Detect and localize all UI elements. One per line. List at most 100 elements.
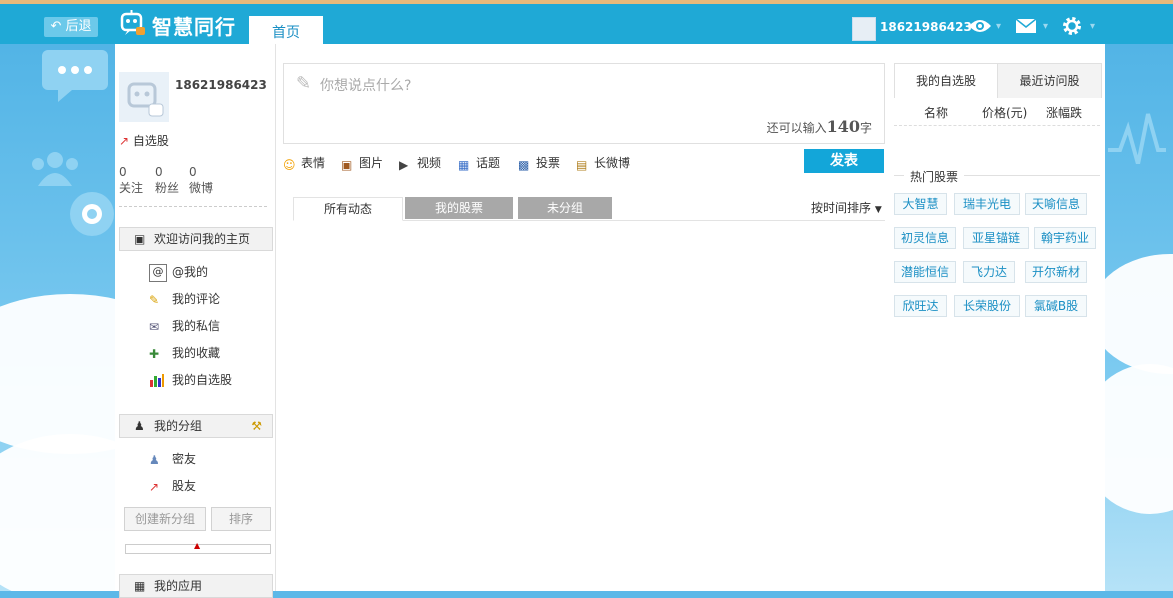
hot-stock-tag[interactable]: 开尔新材 <box>1025 261 1087 283</box>
robot-logo-icon <box>120 10 145 35</box>
mail-icon: ✉ <box>149 320 160 334</box>
video-camera-icon: ▶ <box>399 158 409 172</box>
left-sidebar: 18621986423 ↗ 自选股 0 关注 0 粉丝 0 微博 ▣ 欢迎访问我… <box>115 44 276 598</box>
sidebar-item-label: @我的 <box>172 265 209 279</box>
group-label: 股友 <box>172 479 197 493</box>
profile-username[interactable]: 18621986423 <box>175 78 267 92</box>
collapse-toggle[interactable]: ▲ <box>125 541 271 554</box>
friends-icon: ♟ <box>149 453 160 467</box>
hot-stock-tag[interactable]: 亚星锚链 <box>963 227 1029 249</box>
apps-section[interactable]: ▦ 我的应用 <box>119 574 273 598</box>
heartbeat-icon <box>1108 113 1166 164</box>
emoji-tool[interactable]: ☺ 表情 <box>283 154 325 172</box>
column-price: 价格(元) <box>982 106 1028 120</box>
apps-label: 我的应用 <box>154 579 203 593</box>
groups-section[interactable]: ♟ 我的分组 ⚒ <box>119 414 273 438</box>
stock-trend-icon: ↗ <box>149 480 160 494</box>
char-counter-suffix: 字 <box>859 121 872 135</box>
long-post-tool[interactable]: ▤ 长微博 <box>576 154 630 172</box>
compose-box[interactable]: ✎ 你想说点什么? 还可以输入140字 <box>283 63 885 144</box>
sort-dropdown[interactable]: 按时间排序 ▼ <box>811 199 882 216</box>
eye-icon <box>70 192 114 236</box>
chevron-down-icon: ▼ <box>874 205 882 215</box>
stock-trend-icon: ↗ <box>119 134 130 148</box>
mail-icon[interactable] <box>1016 19 1036 33</box>
stat-label: 粉丝 <box>155 181 180 195</box>
wrench-icon[interactable]: ⚒ <box>251 415 262 437</box>
user-avatar[interactable] <box>119 72 169 122</box>
image-tool[interactable]: ▣ 图片 <box>341 154 383 172</box>
watchlist-link[interactable]: ↗ 自选股 <box>119 132 169 149</box>
stat-count: 0 <box>155 165 163 179</box>
compose-placeholder: 你想说点什么? <box>320 78 412 94</box>
homepage-section[interactable]: ▣ 欢迎访问我的主页 <box>119 227 273 251</box>
people-icon: ♟ <box>134 419 145 433</box>
tab-my-watchlist[interactable]: 我的自选股 <box>895 64 998 98</box>
hot-stock-tag[interactable]: 瑞丰光电 <box>954 193 1020 215</box>
tab-all-activity[interactable]: 所有动态 <box>293 197 403 221</box>
users-icon <box>32 152 78 186</box>
user-avatar-small <box>852 17 876 41</box>
stat-followers[interactable]: 0 粉丝 <box>155 164 189 196</box>
divider <box>119 206 267 207</box>
tool-label: 视频 <box>417 156 442 170</box>
chevron-down-icon[interactable]: ▾ <box>1090 21 1095 32</box>
tab-recent-stocks[interactable]: 最近访问股 <box>998 64 1101 98</box>
edit-icon: ✎ <box>296 73 312 94</box>
topic-icon: ▦ <box>458 158 470 172</box>
vote-chart-icon: ▩ <box>518 158 530 172</box>
smiley-icon: ☺ <box>283 158 296 172</box>
sidebar-item-label: 我的私信 <box>172 319 221 333</box>
tab-ungrouped[interactable]: 未分组 <box>518 197 612 219</box>
app-title: 智慧同行 <box>152 15 236 39</box>
hot-stock-tag[interactable]: 长荣股份 <box>954 295 1020 317</box>
column-name: 名称 <box>924 106 949 120</box>
hot-stock-tag[interactable]: 氯碱B股 <box>1025 295 1087 317</box>
hot-stock-tag[interactable]: 大智慧 <box>894 193 947 215</box>
hot-stocks-heading: 热门股票 <box>894 168 1100 185</box>
tool-label: 投票 <box>536 156 561 170</box>
stat-label: 关注 <box>119 181 144 195</box>
top-username: 18621986423 <box>880 20 972 34</box>
long-post-icon: ▤ <box>576 158 588 172</box>
stat-posts[interactable]: 0 微博 <box>189 164 223 196</box>
hot-stock-tag[interactable]: 欣旺达 <box>894 295 947 317</box>
eye-icon[interactable] <box>968 18 992 34</box>
chevron-down-icon[interactable]: ▾ <box>996 21 1001 32</box>
hot-stock-tag[interactable]: 翰宇药业 <box>1034 227 1096 249</box>
main-page: 18621986423 ↗ 自选股 0 关注 0 粉丝 0 微博 ▣ 欢迎访问我… <box>115 44 1105 598</box>
tool-label: 图片 <box>359 156 384 170</box>
topic-tool[interactable]: ▦ 话题 <box>458 154 500 172</box>
image-icon: ▣ <box>341 158 353 172</box>
publish-button[interactable]: 发表 <box>804 149 884 173</box>
top-navigation-bar: ↶ 后退 智慧同行 首页 18621986423 ▾ ▾ ▾ <box>0 4 1173 50</box>
sidebar-item-label: 我的评论 <box>172 292 221 306</box>
hot-stock-tag[interactable]: 飞力达 <box>963 261 1015 283</box>
hot-stock-tag[interactable]: 天喻信息 <box>1025 193 1087 215</box>
sidebar-item-label: 我的收藏 <box>172 346 221 360</box>
tab-my-stocks[interactable]: 我的股票 <box>405 197 513 219</box>
group-label: 密友 <box>172 452 197 466</box>
watchlist-table-header: 名称 价格(元) 涨幅跌 <box>894 97 1100 126</box>
video-tool[interactable]: ▶ 视频 <box>399 154 441 172</box>
stat-count: 0 <box>189 165 197 179</box>
hot-stock-tag[interactable]: 初灵信息 <box>894 227 956 249</box>
back-button[interactable]: ↶ 后退 <box>44 17 98 37</box>
column-change: 涨幅跌 <box>1046 106 1083 120</box>
create-group-button[interactable]: 创建新分组 <box>124 507 206 531</box>
chevron-down-icon[interactable]: ▾ <box>1043 21 1048 32</box>
stat-following[interactable]: 0 关注 <box>119 164 153 196</box>
sort-groups-button[interactable]: 排序 <box>211 507 271 531</box>
stat-label: 微博 <box>189 181 214 195</box>
char-counter-prefix: 还可以输入 <box>766 121 827 135</box>
vote-tool[interactable]: ▩ 投票 <box>518 154 560 172</box>
hot-stocks-title: 热门股票 <box>904 168 965 185</box>
bar-chart-icon <box>150 374 164 387</box>
hot-stock-tag[interactable]: 潜能恒信 <box>894 261 956 283</box>
char-counter-value: 140 <box>826 117 860 136</box>
grid-icon: ▦ <box>134 579 146 593</box>
tool-label: 表情 <box>301 156 326 170</box>
gear-icon[interactable] <box>1062 16 1082 36</box>
chat-bubble-icon <box>42 50 108 102</box>
pencil-icon: ✎ <box>149 293 160 307</box>
